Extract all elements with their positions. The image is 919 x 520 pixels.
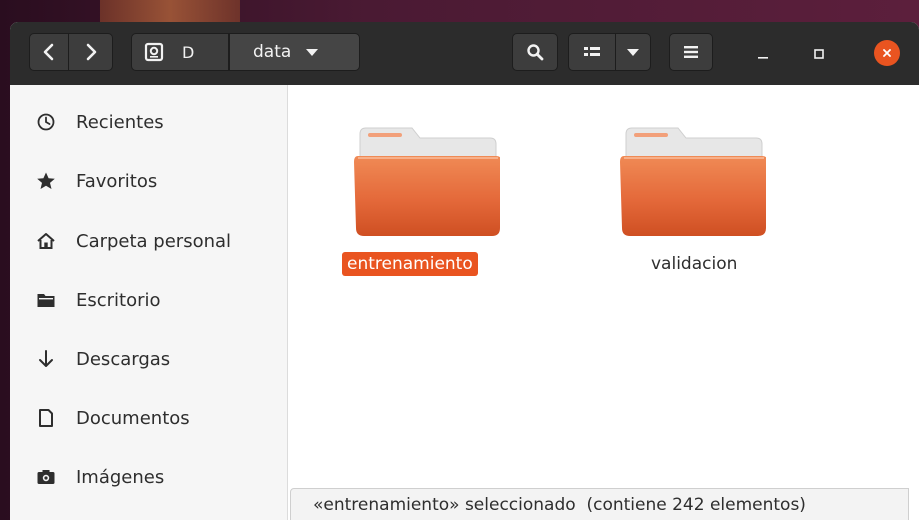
sidebar-item-recientes[interactable]: Recientes: [10, 102, 288, 142]
list-view-icon: [584, 47, 600, 56]
star-icon: [36, 171, 56, 191]
minimize-button[interactable]: [751, 42, 775, 66]
home-icon: [36, 231, 56, 251]
close-icon: [883, 49, 891, 57]
back-button[interactable]: [29, 33, 69, 71]
download-arrow-icon: [36, 349, 56, 369]
desktop-wallpaper-highlight: [100, 0, 240, 22]
search-icon: [527, 44, 544, 61]
header-bar: D data: [10, 22, 919, 86]
file-manager-window: D data Recientes Favoritos Carpeta perso…: [10, 22, 919, 520]
close-button[interactable]: [874, 40, 900, 66]
main-menu-button[interactable]: [669, 33, 713, 71]
folder-item-validacion[interactable]: validacion: [616, 120, 768, 274]
sidebar-item-label: Carpeta personal: [76, 230, 232, 252]
sidebar: Recientes Favoritos Carpeta personal Esc…: [10, 85, 288, 520]
search-button[interactable]: [512, 33, 558, 71]
folder-item-entrenamiento[interactable]: entrenamiento: [342, 120, 502, 276]
sidebar-item-escritorio[interactable]: Escritorio: [10, 280, 288, 320]
drive-icon: [144, 42, 164, 62]
camera-icon: [36, 467, 56, 487]
minimize-icon: [758, 57, 768, 59]
status-bar: «entrenamiento» seleccionado (contiene 2…: [290, 488, 909, 520]
view-options-dropdown[interactable]: [615, 33, 651, 71]
sidebar-item-label: Recientes: [76, 111, 164, 133]
sidebar-item-descargas[interactable]: Descargas: [10, 339, 288, 379]
hamburger-menu-icon: [684, 46, 698, 58]
dropdown-arrow-icon: [306, 49, 319, 56]
file-view: entrenamiento validacion: [288, 85, 919, 520]
chevron-left-icon: [43, 43, 54, 61]
chevron-right-icon: [86, 43, 96, 61]
sidebar-item-label: Escritorio: [76, 289, 161, 311]
clock-icon: [36, 112, 56, 132]
folder-name: validacion: [651, 254, 738, 274]
sidebar-item-label: Imágenes: [76, 466, 165, 488]
status-text: «entrenamiento» seleccionado (contiene 2…: [313, 495, 806, 515]
forward-button[interactable]: [68, 33, 113, 71]
document-icon: [36, 408, 56, 428]
path-current-folder-button[interactable]: data: [229, 33, 360, 71]
sidebar-item-favoritos[interactable]: Favoritos: [10, 161, 288, 201]
path-drive-button[interactable]: D: [131, 33, 229, 71]
sidebar-item-imagenes[interactable]: Imágenes: [10, 457, 288, 497]
maximize-button[interactable]: [807, 42, 831, 66]
sidebar-item-label: Descargas: [76, 348, 171, 370]
folder-name: entrenamiento: [342, 252, 478, 276]
sidebar-item-label: Documentos: [76, 407, 190, 429]
view-mode-button[interactable]: [568, 33, 616, 71]
folder-icon: [620, 127, 768, 236]
path-current-folder-label: data: [253, 42, 292, 62]
folder-icon: [354, 127, 502, 236]
dropdown-arrow-icon: [627, 49, 639, 56]
path-drive-label: D: [182, 42, 195, 62]
folder-icon: [36, 290, 56, 310]
sidebar-item-label: Favoritos: [76, 170, 158, 192]
maximize-icon: [814, 49, 824, 59]
sidebar-item-documentos[interactable]: Documentos: [10, 398, 288, 438]
sidebar-item-carpeta-personal[interactable]: Carpeta personal: [10, 221, 288, 261]
